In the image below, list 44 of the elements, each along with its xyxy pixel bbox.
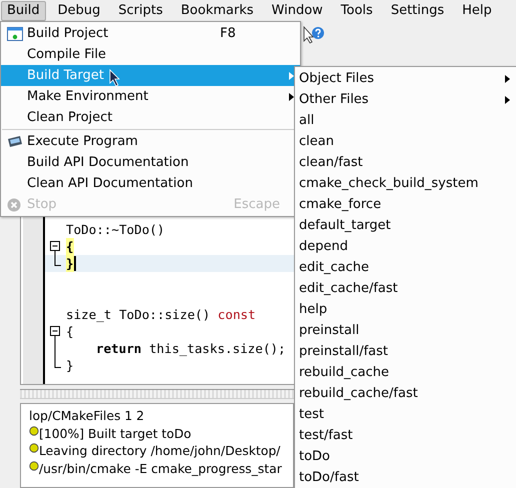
- code-line: size_t ToDo::size() const: [66, 306, 256, 323]
- window-icon: [7, 26, 23, 42]
- execute-icon: [7, 134, 23, 148]
- menu-item[interactable]: depend: [295, 236, 516, 257]
- menu-item[interactable]: preinstall/fast: [295, 341, 516, 362]
- shortcut-label: Escape: [234, 197, 280, 212]
- menu-item[interactable]: Build Project F8: [1, 23, 300, 44]
- menu-item[interactable]: preinstall: [295, 320, 516, 341]
- menu-bar-item[interactable]: Settings: [384, 0, 450, 20]
- menu-bar-item[interactable]: Bookmarks: [174, 0, 260, 20]
- panel-splitter[interactable]: [20, 389, 294, 399]
- menu-item[interactable]: edit_cache: [295, 257, 516, 278]
- output-line: lop/CMakeFiles 1 2: [29, 407, 144, 424]
- code-line: ToDo::~ToDo(): [66, 221, 165, 238]
- menu-item[interactable]: test: [295, 404, 516, 425]
- menu-item[interactable]: toDo/fast: [295, 467, 516, 488]
- menu-item[interactable]: help: [295, 299, 516, 320]
- output-line: [100%] Built target toDo: [39, 424, 192, 442]
- menu-item[interactable]: rebuild_cache: [295, 362, 516, 383]
- fold-toggle-icon[interactable]: [49, 323, 61, 340]
- menu-bar-item[interactable]: Build: [1, 0, 46, 20]
- output-line: Leaving directory /home/john/Desktop/: [39, 442, 280, 459]
- menu-bar-item[interactable]: Debug: [52, 0, 106, 20]
- output-line: /usr/bin/cmake -E cmake_progress_star: [39, 460, 282, 476]
- code-line: return this_tasks.size();: [95, 340, 286, 357]
- menu-item[interactable]: cmake_check_build_system: [295, 173, 516, 194]
- mouse-pointer-icon: [109, 69, 121, 87]
- menu-item[interactable]: toDo: [295, 446, 516, 467]
- menu-item[interactable]: rebuild_cache/fast: [295, 383, 516, 404]
- menu-item[interactable]: test/fast: [295, 425, 516, 446]
- menu-item[interactable]: all: [295, 110, 516, 131]
- menu-bar-item[interactable]: Help: [456, 0, 498, 20]
- fold-toggle-icon[interactable]: [49, 238, 61, 255]
- help-icon[interactable]: [303, 26, 325, 44]
- menu-item[interactable]: edit_cache/fast: [295, 278, 516, 299]
- menu-item[interactable]: default_target: [295, 215, 516, 236]
- code-line: }: [66, 357, 74, 374]
- menu-bar-item[interactable]: Tools: [334, 0, 379, 20]
- stop-icon: [7, 198, 21, 212]
- code-line: {: [66, 323, 74, 340]
- shortcut-label: F8: [220, 26, 237, 41]
- menu-bar-item[interactable]: Window: [266, 0, 329, 20]
- menu-bar-item[interactable]: Scripts: [112, 0, 169, 20]
- menu-item[interactable]: clean/fast: [295, 152, 516, 173]
